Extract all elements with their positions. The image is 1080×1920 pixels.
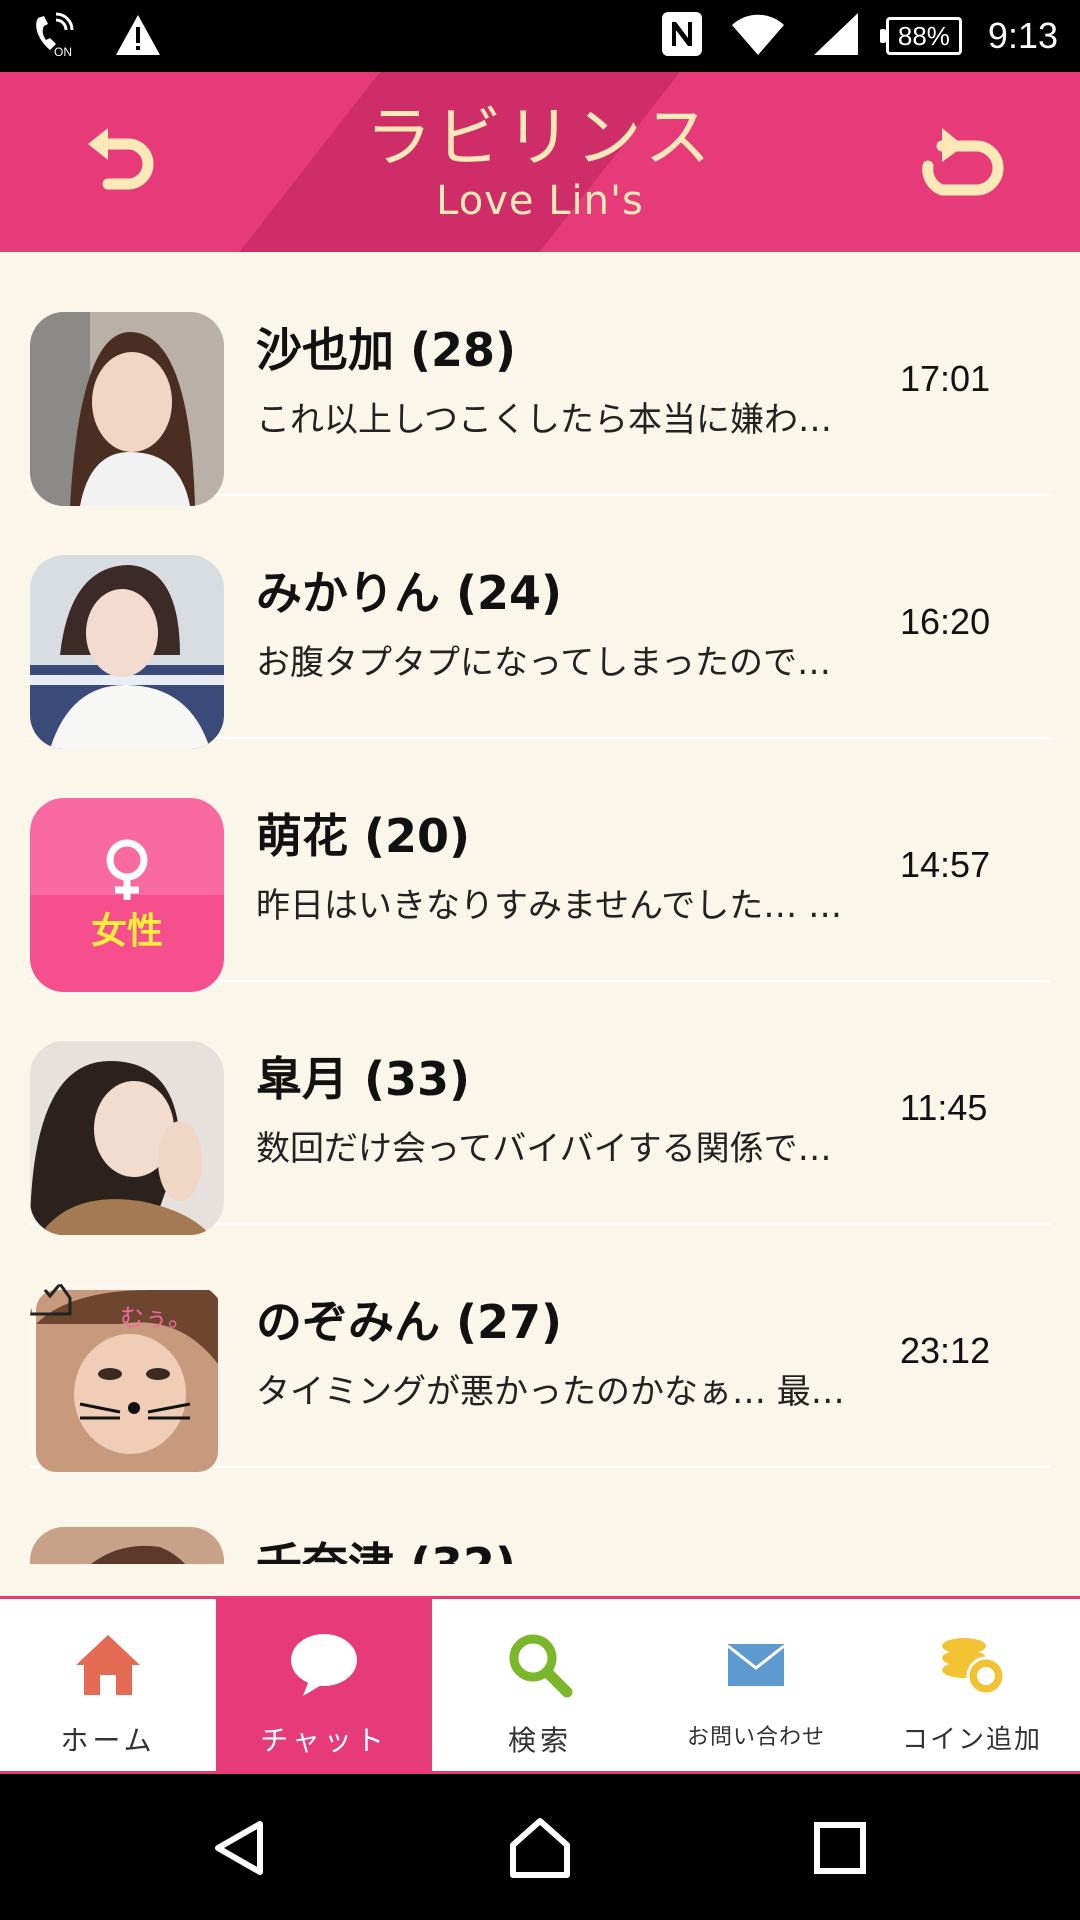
recents-square-icon [814, 1822, 866, 1874]
female-symbol-icon [106, 839, 148, 900]
system-recents-button[interactable] [800, 1808, 880, 1888]
chat-name: のぞみん (27) [256, 1295, 563, 1349]
chat-time: 11:45 [900, 1087, 988, 1128]
avatar [30, 1527, 224, 1564]
chat-name: 沙也加 (28) [256, 323, 517, 377]
chat-message-preview: これ以上しつこくしたら本当に嫌わ… [256, 400, 832, 440]
mail-icon [727, 1644, 785, 1686]
nav-label: 検索 [507, 1724, 572, 1757]
chat-message-preview: 昨日はいきなりすみませんでした… … [256, 886, 843, 926]
refresh-icon [922, 128, 1004, 196]
chat-name: 萌花 (20) [256, 809, 471, 863]
nav-contact[interactable]: お問い合わせ [648, 1599, 864, 1771]
nav-label: ホーム [60, 1724, 156, 1757]
chat-list[interactable]: 沙也加 (28) これ以上しつこくしたら本当に嫌わ… 17:01 みかりん (2… [0, 252, 1080, 1564]
chat-row[interactable]: 皐月 (33) 数回だけ会ってバイバイする関係で… 11:45 [30, 981, 1050, 1235]
home-circle-icon [510, 1818, 570, 1878]
chat-name: 千奈津 (32) [256, 1529, 516, 1564]
nav-home[interactable]: ホーム [0, 1599, 216, 1771]
nav-search[interactable]: 検索 [432, 1599, 648, 1771]
chat-name: 皐月 (33) [256, 1052, 471, 1106]
avatar-gender-label: 女性 [90, 910, 163, 952]
battery-level: 88% [897, 20, 950, 51]
svg-text:ON: ON [54, 45, 72, 58]
avatar [30, 1041, 224, 1235]
clock: 9:13 [987, 15, 1058, 56]
chat-time: 16:20 [900, 601, 991, 642]
status-bar: ON 88% 9:13 [0, 0, 1080, 72]
system-back-button[interactable] [200, 1808, 280, 1888]
chat-row[interactable]: むぅ。 のぞみん (27) タイミングが悪かったのかなぁ… 最… 23:12 [30, 1224, 1050, 1478]
chat-message-preview: お腹タプタプになってしまったので… [256, 643, 831, 683]
avatar [30, 312, 224, 506]
battery-icon: 88% [879, 17, 962, 55]
chat-message-preview: 数回だけ会ってバイバイする関係で… [256, 1129, 832, 1169]
nav-label: お問い合わせ [686, 1725, 825, 1750]
chat-row[interactable]: 女性 萌花 (20) 昨日はいきなりすみませんでした… … 14:57 [30, 738, 1050, 992]
nav-add-coins[interactable]: コイン追加 [864, 1599, 1080, 1771]
signal-icon [812, 11, 860, 61]
avatar [30, 555, 224, 749]
refresh-button[interactable] [905, 112, 1015, 212]
warning-icon [114, 13, 162, 61]
search-icon [509, 1634, 573, 1698]
system-nav-bar [0, 1774, 1080, 1920]
chat-row[interactable]: 沙也加 (28) これ以上しつこくしたら本当に嫌わ… 17:01 [30, 252, 1050, 506]
nav-label: コイン追加 [901, 1725, 1042, 1755]
avatar-sticker-text: むぅ。 [120, 1304, 192, 1332]
nfc-icon [660, 10, 704, 62]
coins-icon [942, 1638, 1006, 1696]
chat-name: みかりん (24) [256, 566, 563, 620]
wifi-calling-on-icon: ON [30, 12, 76, 62]
chat-time: 14:57 [900, 844, 991, 885]
avatar-female-placeholder: 女性 [30, 798, 224, 992]
chat-bubble-icon [291, 1634, 357, 1696]
system-home-button[interactable] [500, 1808, 580, 1888]
chat-row[interactable]: みかりん (24) お腹タプタプになってしまったので… 16:20 [30, 495, 1050, 749]
chat-message-preview: タイミングが悪かったのかなぁ… 最… [256, 1372, 845, 1412]
home-icon [76, 1635, 140, 1695]
chat-time: 17:01 [900, 358, 991, 399]
chat-row[interactable]: 千奈津 (32) [30, 1467, 1050, 1564]
bottom-nav: ホーム チャット 検索 お問い合わせ コイン追加 [0, 1596, 1080, 1774]
wifi-icon [730, 11, 786, 61]
nav-label: チャット [260, 1724, 388, 1757]
nav-chat[interactable]: チャット [216, 1599, 432, 1771]
avatar: むぅ。 [30, 1284, 224, 1478]
chat-time: 23:12 [900, 1330, 991, 1371]
app-header: ラビリンス Love Lin's [0, 72, 1080, 252]
back-triangle-icon [215, 1821, 263, 1875]
